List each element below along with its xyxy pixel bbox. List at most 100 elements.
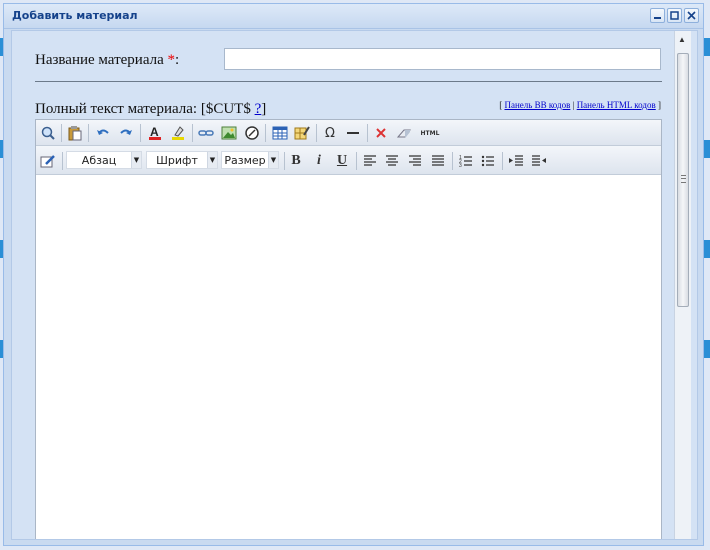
align-center-button[interactable] — [382, 151, 402, 171]
toolbar-separator — [88, 124, 89, 142]
close-button[interactable] — [684, 8, 699, 23]
bold-button[interactable]: B — [286, 151, 306, 171]
dialog-scrollbar[interactable]: ▲ — [674, 31, 691, 539]
special-char-icon: Ω — [325, 125, 335, 141]
cell-properties-icon — [294, 126, 310, 140]
required-marker: * — [167, 52, 176, 68]
editor-toolbar-format: Абзац ▼ Шрифт ▼ Размер ▼ B i U 1 2 3 — [36, 146, 661, 175]
undo-button[interactable] — [93, 123, 113, 143]
italic-button[interactable]: i — [309, 151, 329, 171]
format-select-value: Абзац — [81, 154, 117, 167]
maximize-icon — [670, 11, 679, 20]
bb-codes-panel-link[interactable]: Панель BB кодов — [504, 100, 570, 110]
fulltext-field-label: Полный текст материала: [$CUT$ ?] — [35, 101, 266, 118]
dialog-body: Название материала *: Полный текст матер… — [11, 30, 698, 540]
undo-icon — [97, 129, 109, 135]
redo-icon — [120, 129, 132, 135]
insert-link-button[interactable] — [196, 123, 216, 143]
align-left-icon — [364, 155, 376, 166]
scrollbar-thumb[interactable] — [677, 53, 689, 307]
remove-format-button[interactable] — [371, 123, 391, 143]
html-codes-panel-link[interactable]: Панель HTML кодов — [577, 100, 656, 110]
underline-button[interactable]: U — [332, 151, 352, 171]
align-center-icon — [386, 155, 398, 166]
toolbar-separator — [140, 124, 141, 142]
html-mode-button[interactable]: HTML — [418, 123, 442, 143]
panel-links: [ Панель BB кодов | Панель HTML кодов ] — [499, 100, 661, 110]
maximize-button[interactable] — [667, 8, 682, 23]
minimize-icon — [654, 17, 661, 19]
indent-icon — [509, 155, 523, 166]
remove-format-icon — [376, 128, 386, 138]
toolbar-separator — [316, 124, 317, 142]
indent-button[interactable] — [506, 151, 526, 171]
ordered-list-button[interactable]: 123 — [456, 151, 476, 171]
insert-flash-button[interactable] — [242, 123, 262, 143]
image-icon — [221, 126, 237, 140]
material-title-input[interactable] — [224, 48, 661, 70]
ordered-list-icon: 123 — [459, 155, 472, 169]
highlight-color-icon — [172, 126, 184, 140]
toolbar-separator — [265, 124, 266, 142]
toolbar-separator — [284, 152, 285, 170]
minimize-button[interactable] — [650, 8, 665, 23]
dialog-title: Добавить материал — [12, 9, 138, 22]
eraser-button[interactable] — [394, 123, 414, 143]
size-select-value: Размер — [224, 154, 266, 167]
insert-table-button[interactable] — [270, 123, 290, 143]
special-char-button[interactable]: Ω — [320, 123, 340, 143]
paste-icon — [68, 126, 82, 141]
scroll-up-icon[interactable]: ▲ — [678, 35, 686, 44]
align-right-button[interactable] — [405, 151, 425, 171]
chevron-down-icon: ▼ — [207, 152, 217, 168]
link-icon — [198, 130, 214, 136]
toolbar-separator — [61, 124, 62, 142]
size-select[interactable]: Размер ▼ — [221, 151, 279, 169]
horizontal-rule-icon — [347, 132, 359, 134]
editor-toolbar-top: A Ω HTML — [36, 120, 661, 146]
preview-button[interactable] — [38, 123, 58, 143]
editor-content-area[interactable] — [36, 176, 661, 539]
preview-icon — [41, 126, 55, 140]
pencil-icon — [40, 155, 55, 168]
unordered-list-icon — [481, 155, 494, 167]
divider — [35, 81, 662, 82]
chevron-down-icon: ▼ — [268, 152, 278, 168]
text-color-icon: A — [149, 125, 161, 140]
chevron-down-icon: ▼ — [131, 152, 141, 168]
html-mode-icon: HTML — [420, 129, 440, 137]
insert-image-button[interactable] — [219, 123, 239, 143]
align-right-icon — [409, 155, 421, 166]
toolbar-separator — [452, 152, 453, 170]
toolbar-separator — [192, 124, 193, 142]
title-label-text: Название материала — [35, 52, 168, 68]
highlight-color-button[interactable] — [168, 123, 188, 143]
align-justify-button[interactable] — [428, 151, 448, 171]
svg-text:A: A — [150, 125, 159, 139]
close-icon — [687, 11, 696, 20]
horizontal-rule-button[interactable] — [343, 123, 363, 143]
toolbar-separator — [356, 152, 357, 170]
redo-button[interactable] — [116, 123, 136, 143]
panel-links-close: ] — [655, 100, 661, 110]
italic-icon: i — [317, 153, 321, 168]
toolbar-separator — [502, 152, 503, 170]
cell-properties-button[interactable] — [292, 123, 312, 143]
paste-button[interactable] — [65, 123, 85, 143]
toolbar-separator — [62, 152, 63, 170]
bold-icon: B — [291, 153, 301, 168]
title-field-label: Название материала *: — [35, 52, 179, 69]
align-left-button[interactable] — [360, 151, 380, 171]
edit-mode-button[interactable] — [38, 151, 58, 171]
font-select[interactable]: Шрифт ▼ — [146, 151, 218, 169]
fulltext-label-text: Полный текст материала: [$CUT$ — [35, 101, 255, 117]
outdent-button[interactable] — [529, 151, 549, 171]
unordered-list-button[interactable] — [478, 151, 498, 171]
form-content: Название материала *: Полный текст матер… — [12, 31, 673, 539]
font-select-value: Шрифт — [156, 154, 198, 167]
svg-text:3: 3 — [459, 163, 462, 169]
align-justify-icon — [432, 155, 444, 166]
text-color-button[interactable]: A — [145, 123, 165, 143]
format-select[interactable]: Абзац ▼ — [66, 151, 142, 169]
dialog-titlebar[interactable]: Добавить материал — [4, 4, 703, 29]
